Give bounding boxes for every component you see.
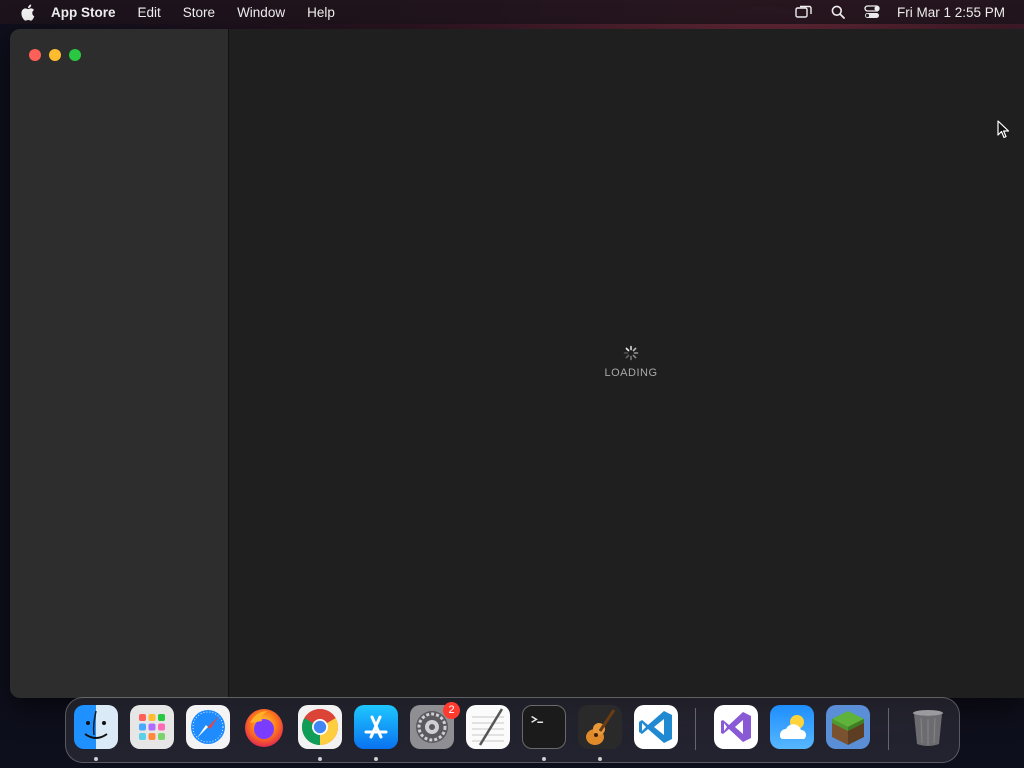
finder-icon[interactable] [74, 705, 118, 749]
control-center-icon[interactable] [863, 3, 881, 21]
minecraft-icon[interactable] [826, 705, 870, 749]
screen-mirroring-icon[interactable] [795, 3, 813, 21]
textedit-icon[interactable] [466, 705, 510, 749]
spinner-icon [623, 345, 639, 361]
close-button[interactable] [29, 49, 41, 61]
running-indicator [598, 757, 602, 761]
notification-badge: 2 [443, 702, 460, 719]
dock: 2 [65, 697, 960, 763]
running-indicator [374, 757, 378, 761]
running-indicator [318, 757, 322, 761]
vscode-icon[interactable] [634, 705, 678, 749]
apple-menu-icon[interactable] [17, 2, 37, 22]
running-indicator [542, 757, 546, 761]
dock-separator [695, 708, 696, 750]
menu-store[interactable]: Store [183, 5, 215, 20]
menu-edit[interactable]: Edit [138, 5, 161, 20]
minimize-button[interactable] [49, 49, 61, 61]
firefox-icon[interactable] [242, 705, 286, 749]
menu-app-name[interactable]: App Store [51, 5, 116, 20]
main-content: LOADING [230, 29, 1024, 698]
safari-icon[interactable] [186, 705, 230, 749]
garageband-icon[interactable] [578, 705, 622, 749]
window-controls [29, 49, 89, 61]
mouse-pointer-icon [997, 120, 1011, 140]
app-store-icon[interactable] [354, 705, 398, 749]
weather-icon[interactable] [770, 705, 814, 749]
dock-separator [888, 708, 889, 750]
app-store-window: LOADING [10, 29, 1024, 698]
launchpad-icon[interactable] [130, 705, 174, 749]
terminal-icon[interactable] [522, 705, 566, 749]
spotlight-search-icon[interactable] [829, 3, 847, 21]
menu-clock[interactable]: Fri Mar 1 2:55 PM [897, 5, 1005, 20]
trash-icon[interactable] [906, 705, 950, 749]
menu-help[interactable]: Help [307, 5, 335, 20]
menu-window[interactable]: Window [237, 5, 285, 20]
loading-label: LOADING [604, 367, 658, 379]
chrome-icon[interactable] [298, 705, 342, 749]
zoom-button[interactable] [69, 49, 81, 61]
menu-bar: App Store Edit Store Window Help Fri Mar… [0, 0, 1024, 24]
visual-studio-icon[interactable] [714, 705, 758, 749]
running-indicator [94, 757, 98, 761]
sidebar [10, 29, 229, 698]
loading-indicator: LOADING [601, 345, 661, 379]
